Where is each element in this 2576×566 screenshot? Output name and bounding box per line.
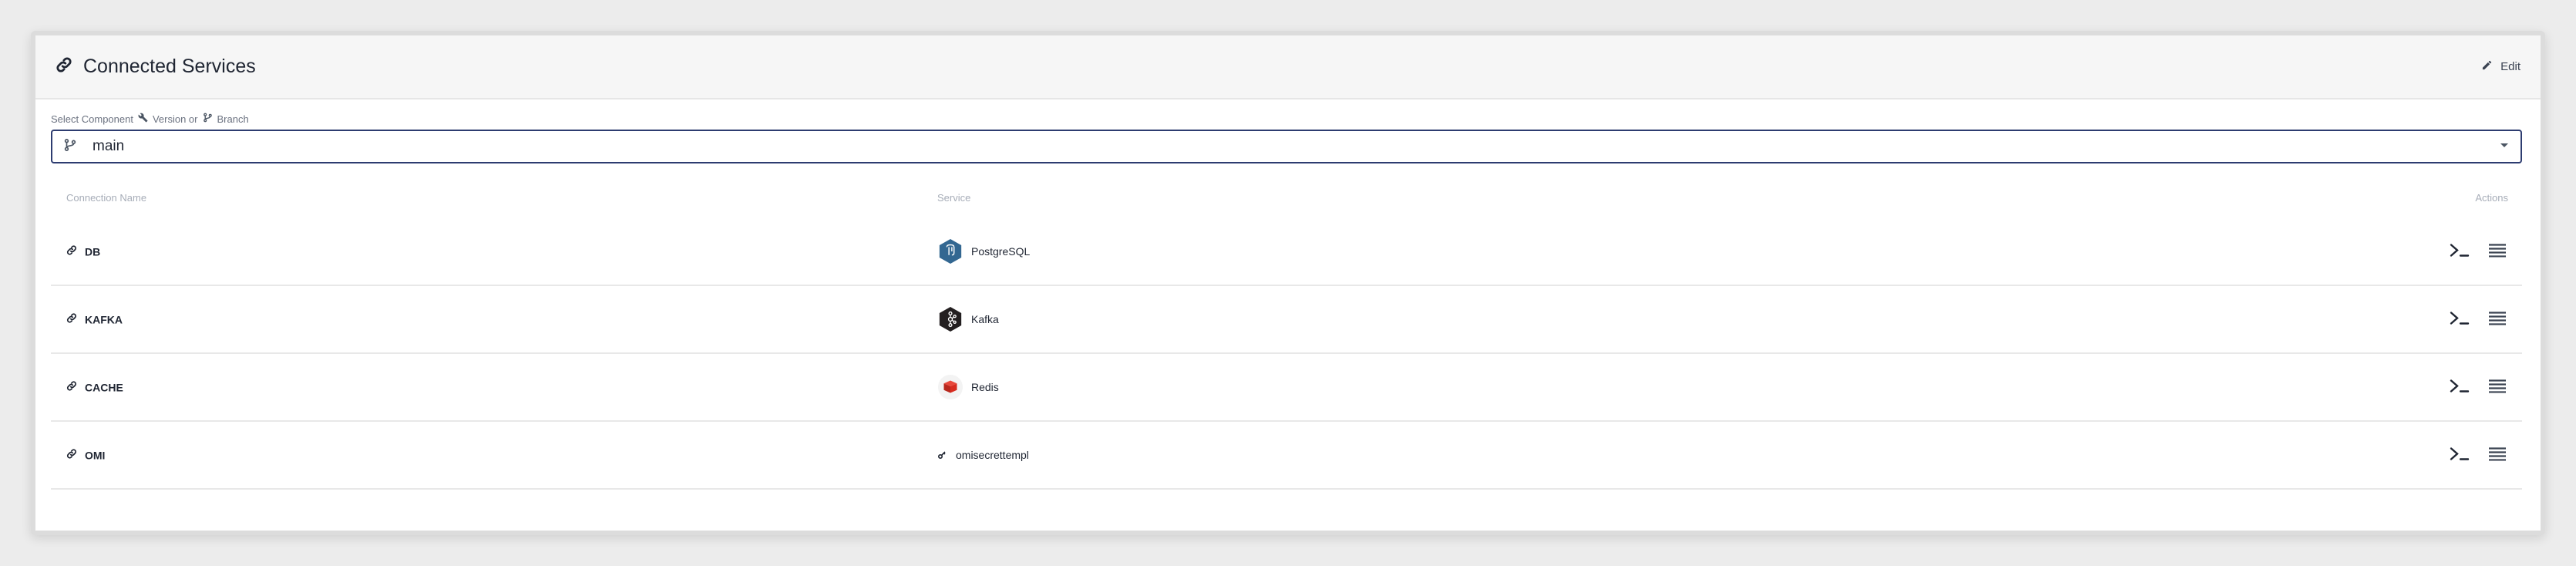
table-row: OMI omisecrettempl bbox=[51, 422, 2522, 490]
edit-button[interactable]: Edit bbox=[2481, 59, 2521, 74]
console-button[interactable] bbox=[2450, 243, 2470, 261]
link-icon bbox=[55, 56, 72, 77]
pencil-icon bbox=[2481, 59, 2493, 74]
hamburger-menu-icon bbox=[2488, 447, 2507, 463]
row-menu-button[interactable] bbox=[2488, 244, 2507, 260]
console-button[interactable] bbox=[2450, 379, 2470, 396]
secret-template-icon bbox=[937, 450, 948, 460]
connected-services-panel: Connected Services Edit Select Component… bbox=[31, 31, 2545, 535]
header-service: Service bbox=[937, 192, 971, 204]
panel-title: Connected Services bbox=[83, 56, 256, 77]
console-button[interactable] bbox=[2450, 311, 2470, 328]
service-cell: PostgreSQL bbox=[937, 238, 1030, 264]
kafka-icon bbox=[937, 306, 963, 332]
header-actions: Actions bbox=[2475, 192, 2508, 204]
row-actions bbox=[2450, 243, 2507, 261]
link-icon bbox=[66, 449, 77, 462]
connection-name[interactable]: OMI bbox=[66, 449, 105, 462]
selector-label: Select Component Version or Branch bbox=[51, 113, 249, 125]
postgresql-icon bbox=[937, 238, 963, 264]
link-icon bbox=[66, 381, 77, 394]
service-name: Redis bbox=[971, 381, 999, 393]
service-name: PostgreSQL bbox=[971, 245, 1031, 258]
header-connection-name: Connection Name bbox=[66, 192, 147, 204]
table-row: DB PostgreSQL bbox=[51, 218, 2522, 286]
connection-name-label: CACHE bbox=[85, 381, 123, 393]
row-menu-button[interactable] bbox=[2488, 379, 2507, 396]
terminal-icon bbox=[2450, 311, 2470, 328]
service-name: omisecrettempl bbox=[956, 449, 1029, 461]
connection-name-label: KAFKA bbox=[85, 313, 123, 325]
service-cell: Redis bbox=[937, 374, 999, 400]
header-title-group: Connected Services bbox=[55, 56, 256, 78]
selector-label-prefix: Select Component bbox=[51, 113, 133, 125]
component-version-select[interactable]: main bbox=[51, 130, 2522, 163]
row-actions bbox=[2450, 311, 2507, 328]
row-menu-button[interactable] bbox=[2488, 447, 2507, 463]
hamburger-menu-icon bbox=[2488, 379, 2507, 396]
link-icon bbox=[66, 245, 77, 258]
table-row: KAFKA Kafka bbox=[51, 286, 2522, 354]
terminal-icon bbox=[2450, 446, 2470, 464]
git-branch-icon bbox=[63, 138, 77, 156]
selector-label-version: Version or bbox=[152, 113, 198, 125]
row-actions bbox=[2450, 446, 2507, 464]
table-row: CACHE Redis bbox=[51, 354, 2522, 422]
redis-icon bbox=[937, 374, 963, 400]
panel-header: Connected Services Edit bbox=[35, 35, 2541, 99]
terminal-icon bbox=[2450, 379, 2470, 396]
edit-label: Edit bbox=[2500, 60, 2521, 73]
link-icon bbox=[66, 313, 77, 326]
select-value: main bbox=[92, 138, 125, 154]
wrench-icon bbox=[138, 113, 148, 125]
row-actions bbox=[2450, 379, 2507, 396]
selector-label-branch: Branch bbox=[217, 113, 249, 125]
service-name: Kafka bbox=[971, 313, 999, 325]
terminal-icon bbox=[2450, 243, 2470, 261]
table-header: Connection Name Service Actions bbox=[51, 192, 2522, 207]
service-cell: omisecrettempl bbox=[937, 449, 1029, 461]
connections-table: DB PostgreSQL KAFKA Kafka CACHE Redis OM… bbox=[51, 218, 2522, 490]
connection-name[interactable]: KAFKA bbox=[66, 313, 123, 326]
row-menu-button[interactable] bbox=[2488, 312, 2507, 328]
connection-name-label: DB bbox=[85, 245, 101, 258]
connection-name[interactable]: DB bbox=[66, 245, 100, 258]
caret-down-icon[interactable] bbox=[2499, 140, 2510, 153]
console-button[interactable] bbox=[2450, 446, 2470, 464]
connection-name-label: OMI bbox=[85, 449, 106, 461]
service-cell: Kafka bbox=[937, 306, 999, 332]
git-branch-icon bbox=[203, 113, 213, 125]
connection-name[interactable]: CACHE bbox=[66, 381, 123, 394]
hamburger-menu-icon bbox=[2488, 244, 2507, 260]
hamburger-menu-icon bbox=[2488, 312, 2507, 328]
